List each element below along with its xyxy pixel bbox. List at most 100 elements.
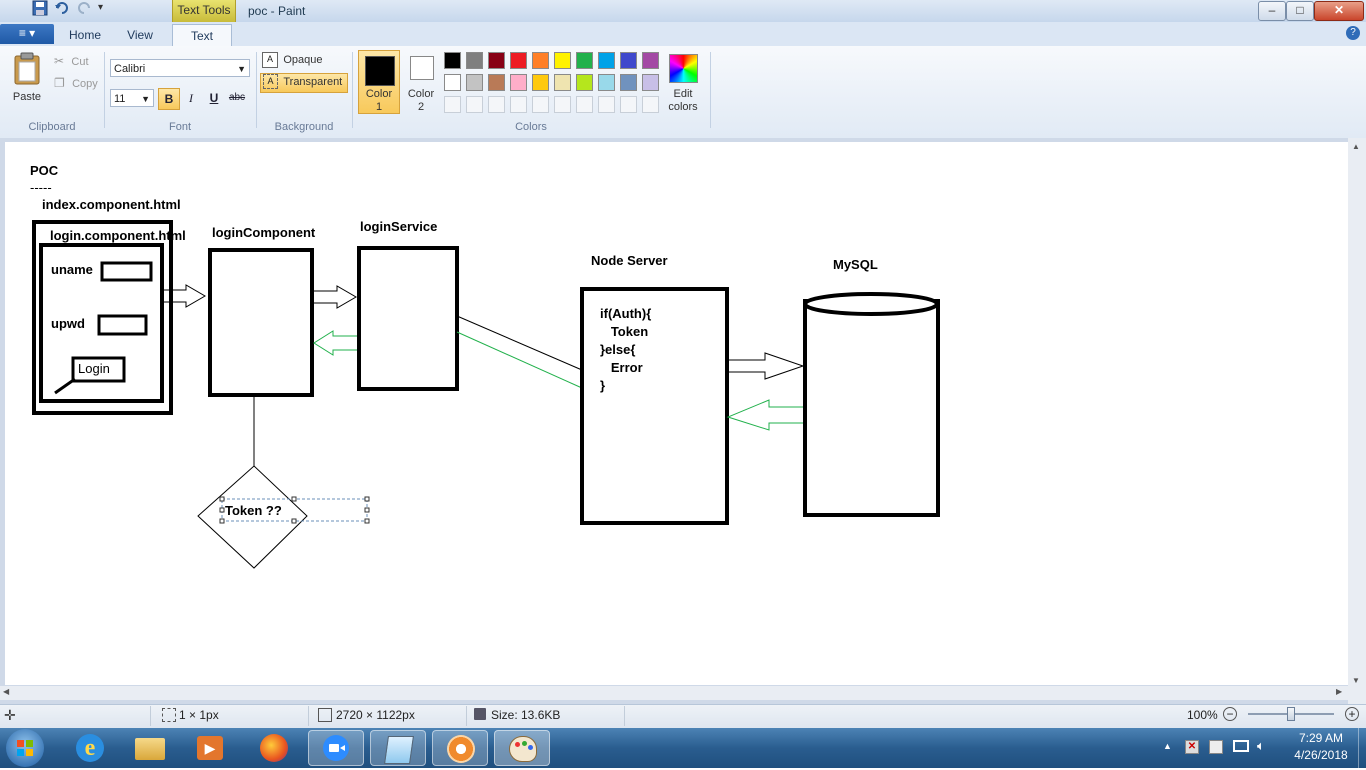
paint-taskbar-icon[interactable] [494,730,550,766]
selection-handle [364,496,370,502]
edit-colors-button[interactable]: Edit colors [666,52,700,114]
internet-explorer-taskbar-icon[interactable]: e [62,730,118,766]
close-button[interactable]: ✕ [1314,1,1364,21]
palette-swatch[interactable] [466,74,483,91]
transparent-button[interactable]: A Transparent [260,73,348,93]
undo-icon[interactable] [54,0,70,19]
minimize-button[interactable]: – [1258,1,1286,21]
palette-swatch[interactable] [510,74,527,91]
copy-icon: ❐ [54,76,65,90]
color1-button[interactable]: Color 1 [358,50,400,114]
code-line-4: Error [600,360,643,375]
clock-date[interactable]: 4/26/2018 [1288,748,1354,762]
font-size-dropdown[interactable]: 11 ▼ [110,89,154,107]
uname-input-box [100,261,153,282]
palette-swatch[interactable] [466,52,483,69]
firefox-taskbar-icon[interactable] [246,730,302,766]
token-text-input[interactable]: Token ?? [225,503,282,518]
redo-icon[interactable] [76,0,92,19]
palette-empty-slot[interactable] [532,96,549,113]
copy-button[interactable]: ❐ Copy [54,76,100,92]
palette-swatch[interactable] [642,52,659,69]
font-family-dropdown[interactable]: Calibri ▼ [110,59,250,77]
show-hidden-icons-button[interactable]: ▲ [1163,741,1172,751]
volume-icon[interactable]: 🔈︎ [1257,738,1265,754]
palette-empty-slot[interactable] [510,96,527,113]
color2-button[interactable]: Color 2 [402,50,440,114]
scroll-left-icon[interactable]: ◀ [3,687,9,696]
zoom-slider-track[interactable] [1248,707,1334,721]
palette-empty-slot[interactable] [444,96,461,113]
palette-empty-slot[interactable] [554,96,571,113]
scroll-down-icon[interactable]: ▼ [1352,676,1360,685]
tab-view[interactable]: View [116,24,164,46]
selection-handle [291,518,297,524]
palette-swatch[interactable] [444,52,461,69]
show-desktop-button[interactable] [1358,728,1366,768]
cut-button[interactable]: ✂ Cut [54,54,100,70]
paste-button[interactable]: Paste [10,52,44,104]
palette-empty-slot[interactable] [466,96,483,113]
tab-text[interactable]: Text [172,24,232,48]
drawing-canvas[interactable]: POC ----- index.component.html login.com… [5,142,1348,685]
network-icon[interactable] [1233,740,1249,752]
chevron-down-icon: ▼ [237,64,246,74]
palette-swatch[interactable] [444,74,461,91]
zoom-out-button[interactable]: − [1223,707,1237,721]
poc-label: POC [30,163,59,178]
palette-swatch[interactable] [642,74,659,91]
strikethrough-button[interactable]: abc [227,88,247,108]
zoom-taskbar-icon[interactable] [308,730,364,766]
save-icon[interactable] [32,0,48,19]
palette-swatch[interactable] [510,52,527,69]
scroll-right-icon[interactable]: ▶ [1336,687,1342,696]
login-component-html-label: login.component.html [50,228,186,243]
zoom-in-button[interactable]: + [1345,707,1359,721]
file-menu-button[interactable]: ≡ ▾ [0,24,54,44]
color1-label-line2: 1 [375,101,383,113]
vertical-scrollbar[interactable]: ▲ ▼ [1348,138,1366,704]
tab-home[interactable]: Home [62,24,108,46]
palette-swatch[interactable] [554,74,571,91]
bold-button[interactable]: B [158,88,180,110]
flower-icon [447,735,475,763]
underline-button[interactable]: U [204,88,224,108]
palette-swatch[interactable] [532,74,549,91]
file-explorer-taskbar-icon[interactable] [122,730,178,766]
zoom-slider-thumb[interactable] [1287,707,1295,721]
palette-swatch[interactable] [620,52,637,69]
horizontal-scrollbar[interactable]: ◀ ▶ [0,686,1348,700]
palette-swatch[interactable] [488,74,505,91]
palette-swatch[interactable] [488,52,505,69]
request-line [456,315,583,371]
font-group-label: Font [168,121,191,133]
palette-swatch[interactable] [576,52,593,69]
palette-empty-slot[interactable] [598,96,615,113]
notepad-taskbar-icon[interactable] [370,730,426,766]
scroll-up-icon[interactable]: ▲ [1352,142,1360,151]
device-icon[interactable] [1209,740,1223,754]
palette-swatch[interactable] [598,52,615,69]
start-button[interactable] [6,729,44,767]
palette-swatch[interactable] [532,52,549,69]
palette-swatch[interactable] [554,52,571,69]
color2-swatch [410,56,434,80]
dashes-label: ----- [30,180,52,195]
palette-empty-slot[interactable] [488,96,505,113]
help-icon[interactable]: ? [1346,26,1360,40]
maximize-button[interactable]: □ [1286,1,1314,21]
clock-time[interactable]: 7:29 AM [1292,731,1350,745]
palette-empty-slot[interactable] [576,96,593,113]
palette-swatch[interactable] [598,74,615,91]
palette-swatch[interactable] [620,74,637,91]
media-player-taskbar-icon[interactable]: ▶ [182,730,238,766]
palette-swatch[interactable] [576,74,593,91]
opaque-button[interactable]: A Opaque [262,52,350,70]
palette-empty-slot[interactable] [620,96,637,113]
palette-empty-slot[interactable] [642,96,659,113]
customize-toolbar-chevron-icon[interactable]: ▾ [98,0,103,16]
photo-app-taskbar-icon[interactable] [432,730,488,766]
action-center-icon[interactable]: ✕ [1185,740,1199,754]
italic-button[interactable]: I [181,88,201,108]
status-divider [624,706,625,726]
